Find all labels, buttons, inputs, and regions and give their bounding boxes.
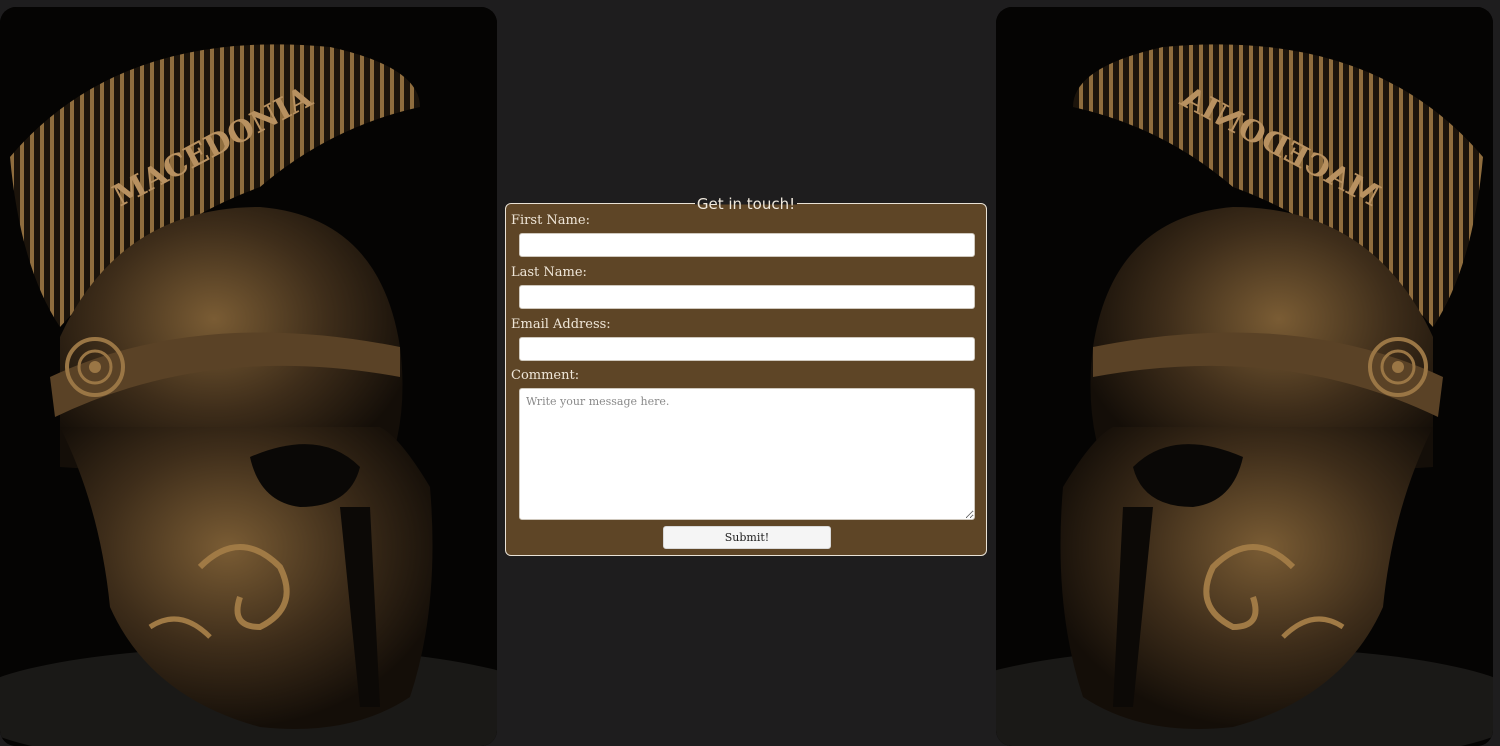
page: MACEDONIA MACEDONIA Get in touch! First … <box>0 0 1500 746</box>
submit-button[interactable]: Submit! <box>663 526 831 549</box>
comment-label: Comment: <box>511 368 580 383</box>
last-name-label: Last Name: <box>511 265 587 280</box>
contact-form: Get in touch! First Name: Last Name: Ema… <box>505 195 987 556</box>
form-legend: Get in touch! <box>506 194 986 214</box>
comment-textarea[interactable] <box>519 388 975 520</box>
email-input[interactable] <box>519 337 975 361</box>
helmet-image-right: MACEDONIA <box>996 7 1493 746</box>
first-name-label: First Name: <box>511 213 590 228</box>
helmet-image-left: MACEDONIA <box>0 7 497 746</box>
helmet-illustration-mirrored: MACEDONIA <box>996 7 1493 746</box>
helmet-illustration: MACEDONIA <box>0 7 497 746</box>
last-name-input[interactable] <box>519 285 975 309</box>
email-label: Email Address: <box>511 317 611 332</box>
first-name-input[interactable] <box>519 233 975 257</box>
form-title: Get in touch! <box>694 195 798 214</box>
